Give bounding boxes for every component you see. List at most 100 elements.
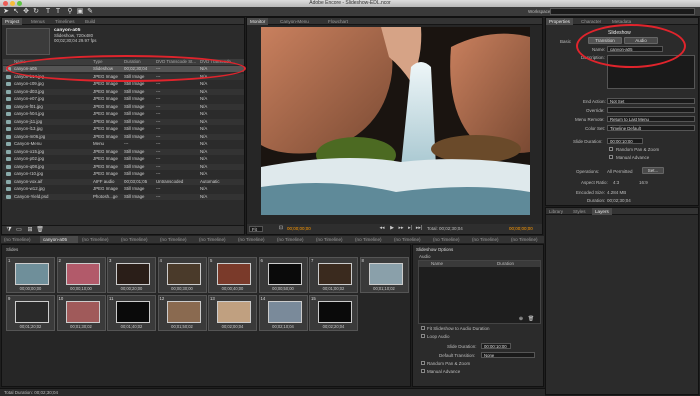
project-row[interactable]: canyon-p02.jpg JPEG Image Still Image --- N/… [3, 156, 244, 162]
timeline-tab[interactable]: (no Timeline) [274, 236, 312, 243]
move-tool-icon[interactable]: ✥ [22, 8, 30, 16]
aspect-43-option[interactable]: 4:3 [613, 180, 619, 185]
project-row[interactable]: Canyon-Menu Menu --- --- N/A [3, 141, 244, 147]
timeline-tab[interactable]: (no Timeline) [118, 236, 156, 243]
menu-remote-select[interactable]: Return to Last Menu [607, 116, 695, 122]
rotate-tool-icon[interactable]: ↻ [32, 8, 40, 16]
play-button-icon[interactable]: ▶ [388, 224, 396, 232]
zoom-tool-icon[interactable]: ⚲ [66, 8, 74, 16]
project-row[interactable]: canyon-q08.jpg JPEG Image Still Image --- N/… [3, 163, 244, 170]
slide-tile[interactable]: 10 00;01;30;02 [56, 295, 106, 331]
direct-select-tool-icon[interactable]: ↖ [12, 8, 20, 16]
tab-character[interactable]: Character [578, 18, 604, 25]
slide-tile[interactable]: 6 00;00;50;00 [258, 257, 308, 293]
tab-menus[interactable]: Menus [28, 18, 48, 25]
selection-tool-icon[interactable]: ➤ [2, 8, 10, 16]
timeline-tab[interactable]: (no Timeline) [313, 236, 351, 243]
ss-slide-duration-field[interactable]: 00;00;10;00 [481, 343, 511, 349]
project-row[interactable]: canyon-vox.aif AIFF audio 00;03;01;05 Untra… [3, 178, 244, 185]
project-row[interactable]: canyon-j11.jpg JPEG Image Still Image --- N/… [3, 118, 244, 125]
timeline-tab[interactable]: (no Timeline) [352, 236, 390, 243]
slide-tile[interactable]: 15 00;02;20;04 [309, 295, 358, 331]
slide-tile[interactable]: 4 00;00;30;00 [157, 257, 207, 293]
slide-duration-field[interactable]: 00;00;10;00 [607, 138, 643, 144]
random-pan-zoom-checkbox[interactable] [609, 147, 613, 151]
manual-advance-checkbox[interactable] [609, 155, 613, 159]
audio-col-duration[interactable]: Duration [497, 261, 514, 266]
timeline-tab[interactable]: (no Timeline) [157, 236, 195, 243]
tab-layers[interactable]: Layers [592, 208, 612, 215]
timeline-tab[interactable]: (no Timeline) [79, 236, 117, 243]
fast-forward-icon[interactable]: ▸▸ [397, 224, 405, 232]
audio-col-name[interactable]: Name [431, 261, 443, 266]
project-row[interactable]: canyon-d03.jpg JPEG Image Still Image --- N/… [3, 88, 244, 95]
vertical-text-tool-icon[interactable]: T [54, 8, 62, 16]
tab-timelines[interactable]: Timelines [52, 18, 78, 25]
new-folder-icon[interactable]: ▭ [15, 226, 23, 234]
rewind-icon[interactable]: ◂◂ [378, 224, 386, 232]
slide-tile[interactable]: 14 00;02;10;04 [258, 295, 308, 331]
tab-library[interactable]: Library [546, 208, 566, 215]
minimize-window-icon[interactable] [10, 1, 15, 6]
text-tool-icon[interactable]: T [44, 8, 52, 16]
edit-tool-icon[interactable]: ✎ [86, 8, 94, 16]
slide-tile[interactable]: 1 00;00;00;00 [6, 257, 55, 293]
step-forward-icon[interactable]: ▸| [406, 224, 414, 232]
zoom-select[interactable]: Fit [249, 226, 263, 232]
color-set-select[interactable]: Timeline Default [607, 125, 695, 131]
slide-tile[interactable]: 3 00;00;20;00 [107, 257, 156, 293]
override-select[interactable] [607, 107, 695, 113]
new-item-icon[interactable]: ⊞ [26, 226, 34, 234]
tab-properties[interactable]: Properties [546, 18, 573, 25]
remove-audio-icon[interactable]: 🗑 [527, 315, 535, 323]
workspace-select[interactable] [550, 8, 695, 15]
project-row[interactable]: canyon-m06.jpg JPEG Image Still Image --- N/… [3, 133, 244, 140]
tab-canyon-menu[interactable]: Canyon-Menu [277, 18, 312, 25]
timeline-tab[interactable]: (no Timeline) [391, 236, 429, 243]
slide-tile[interactable]: 12 00;01;50;02 [157, 295, 207, 331]
timeline-tab[interactable]: (no Timeline) [430, 236, 468, 243]
tab-project[interactable]: Project [2, 18, 23, 25]
video-viewport[interactable] [261, 27, 530, 215]
timeline-tab[interactable]: (no Timeline) [196, 236, 234, 243]
project-row[interactable]: canyon-f01.jpg JPEG Image Still Image --- N/… [3, 103, 244, 110]
default-transition-select[interactable]: None [481, 352, 535, 358]
aspect-169-option[interactable]: 16:9 [639, 180, 648, 185]
tab-styles[interactable]: Styles [570, 208, 589, 215]
filter-icon[interactable]: ⧩ [5, 226, 13, 234]
project-row[interactable]: canyon-h04.jpg JPEG Image Still Image --- N/… [3, 111, 244, 117]
tab-build[interactable]: Build [82, 18, 98, 25]
timeline-tab[interactable]: (no Timeline) [235, 236, 273, 243]
project-row[interactable]: Canyon-Yield.psd Photosh...ge Still Image -… [3, 193, 244, 200]
tab-flowchart[interactable]: Flowchart [325, 18, 351, 25]
safe-area-icon[interactable]: ⊡ [277, 224, 285, 232]
fit-to-audio-checkbox[interactable] [421, 326, 425, 330]
project-row[interactable]: canyon-e07.jpg JPEG Image Still Image --- N/… [3, 96, 244, 102]
project-row[interactable]: canyon-w12.jpg JPEG Image Still Image --- N/… [3, 186, 244, 192]
slide-tile[interactable]: 2 00;00;10;00 [56, 257, 106, 293]
slide-tile[interactable]: 13 00;02;00;04 [208, 295, 257, 331]
slide-tile[interactable]: 11 00;01;40;02 [107, 295, 156, 331]
slide-tile[interactable]: 5 00;00;40;00 [208, 257, 257, 293]
ss-manual-advance-checkbox[interactable] [421, 369, 425, 373]
slide-tile[interactable]: 9 00;01;20;02 [6, 295, 55, 331]
delete-icon[interactable]: 🗑 [36, 226, 44, 234]
project-row[interactable]: canyon-l13.jpg JPEG Image Still Image --- N/… [3, 126, 244, 132]
timeline-tab[interactable]: (no Timeline) [469, 236, 507, 243]
ss-random-pan-checkbox[interactable] [421, 361, 425, 365]
jump-end-icon[interactable]: ▸▸| [415, 224, 423, 232]
preview-tool-icon[interactable]: ▣ [76, 8, 84, 16]
zoom-window-icon[interactable] [17, 1, 22, 6]
project-row[interactable]: canyon-r10.jpg JPEG Image Still Image --- N/… [3, 171, 244, 177]
close-window-icon[interactable] [3, 1, 8, 6]
add-audio-icon[interactable]: ⊕ [517, 315, 525, 323]
slide-tile[interactable]: 8 00;01;10;02 [359, 257, 409, 293]
set-operations-button[interactable]: Set... [642, 167, 664, 174]
slide-tile[interactable]: 7 00;01;00;02 [309, 257, 358, 293]
tab-monitor[interactable]: Monitor [247, 18, 269, 25]
end-action-select[interactable]: Not Set [607, 98, 695, 104]
timeline-tab[interactable]: (no Timeline) [508, 236, 544, 243]
project-row[interactable]: canyon-o15.jpg JPEG Image Still Image --- N/… [3, 148, 244, 155]
loop-audio-checkbox[interactable] [421, 334, 425, 338]
timeline-tab[interactable]: (no Timeline) [1, 236, 39, 243]
